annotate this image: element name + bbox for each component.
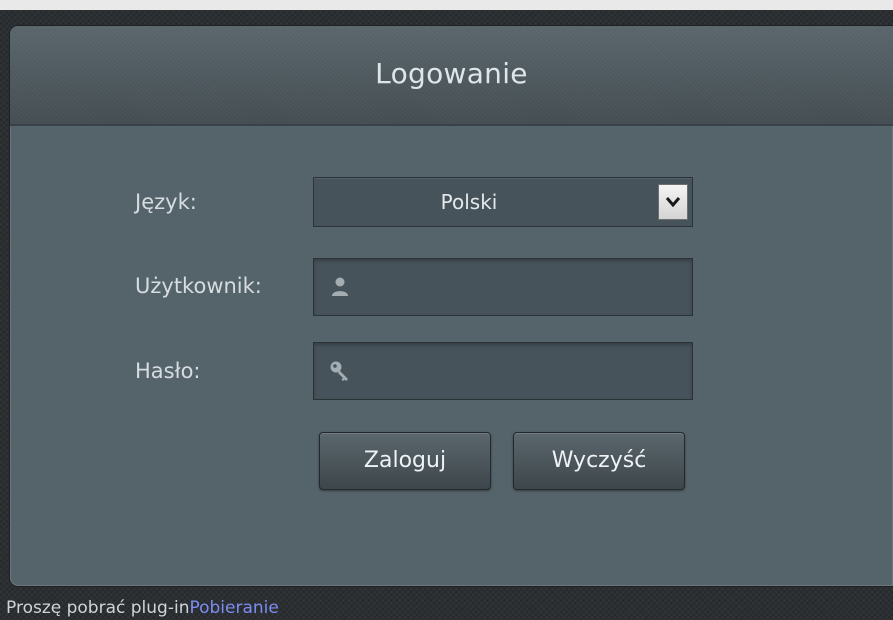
password-field[interactable] xyxy=(313,342,693,400)
user-icon xyxy=(332,277,348,296)
language-label: Język: xyxy=(135,190,197,214)
plugin-notice-text: Proszę pobrać plug-in xyxy=(6,598,190,618)
username-input[interactable] xyxy=(360,269,684,307)
clear-button[interactable]: Wyczyść xyxy=(513,432,685,490)
username-field[interactable] xyxy=(313,258,693,316)
login-button[interactable]: Zaloguj xyxy=(319,432,491,490)
login-panel: Logowanie Język: Polski Użytkownik: Hasł… xyxy=(10,26,893,586)
language-select-value: Polski xyxy=(440,190,498,214)
chevron-down-icon xyxy=(665,197,681,208)
username-label: Użytkownik: xyxy=(135,274,262,298)
language-select[interactable]: Polski xyxy=(313,177,693,227)
language-dropdown-button[interactable] xyxy=(658,184,688,220)
download-link[interactable]: Pobieranie xyxy=(189,598,278,618)
password-input[interactable] xyxy=(360,353,684,391)
page-background: Logowanie Język: Polski Użytkownik: Hasł… xyxy=(0,10,893,620)
plugin-notice: Proszę pobrać plug-inPobieranie xyxy=(6,598,279,618)
key-icon xyxy=(330,361,348,381)
login-panel-header: Logowanie xyxy=(10,26,893,126)
password-label: Hasło: xyxy=(135,359,201,383)
page-title: Logowanie xyxy=(375,57,528,90)
